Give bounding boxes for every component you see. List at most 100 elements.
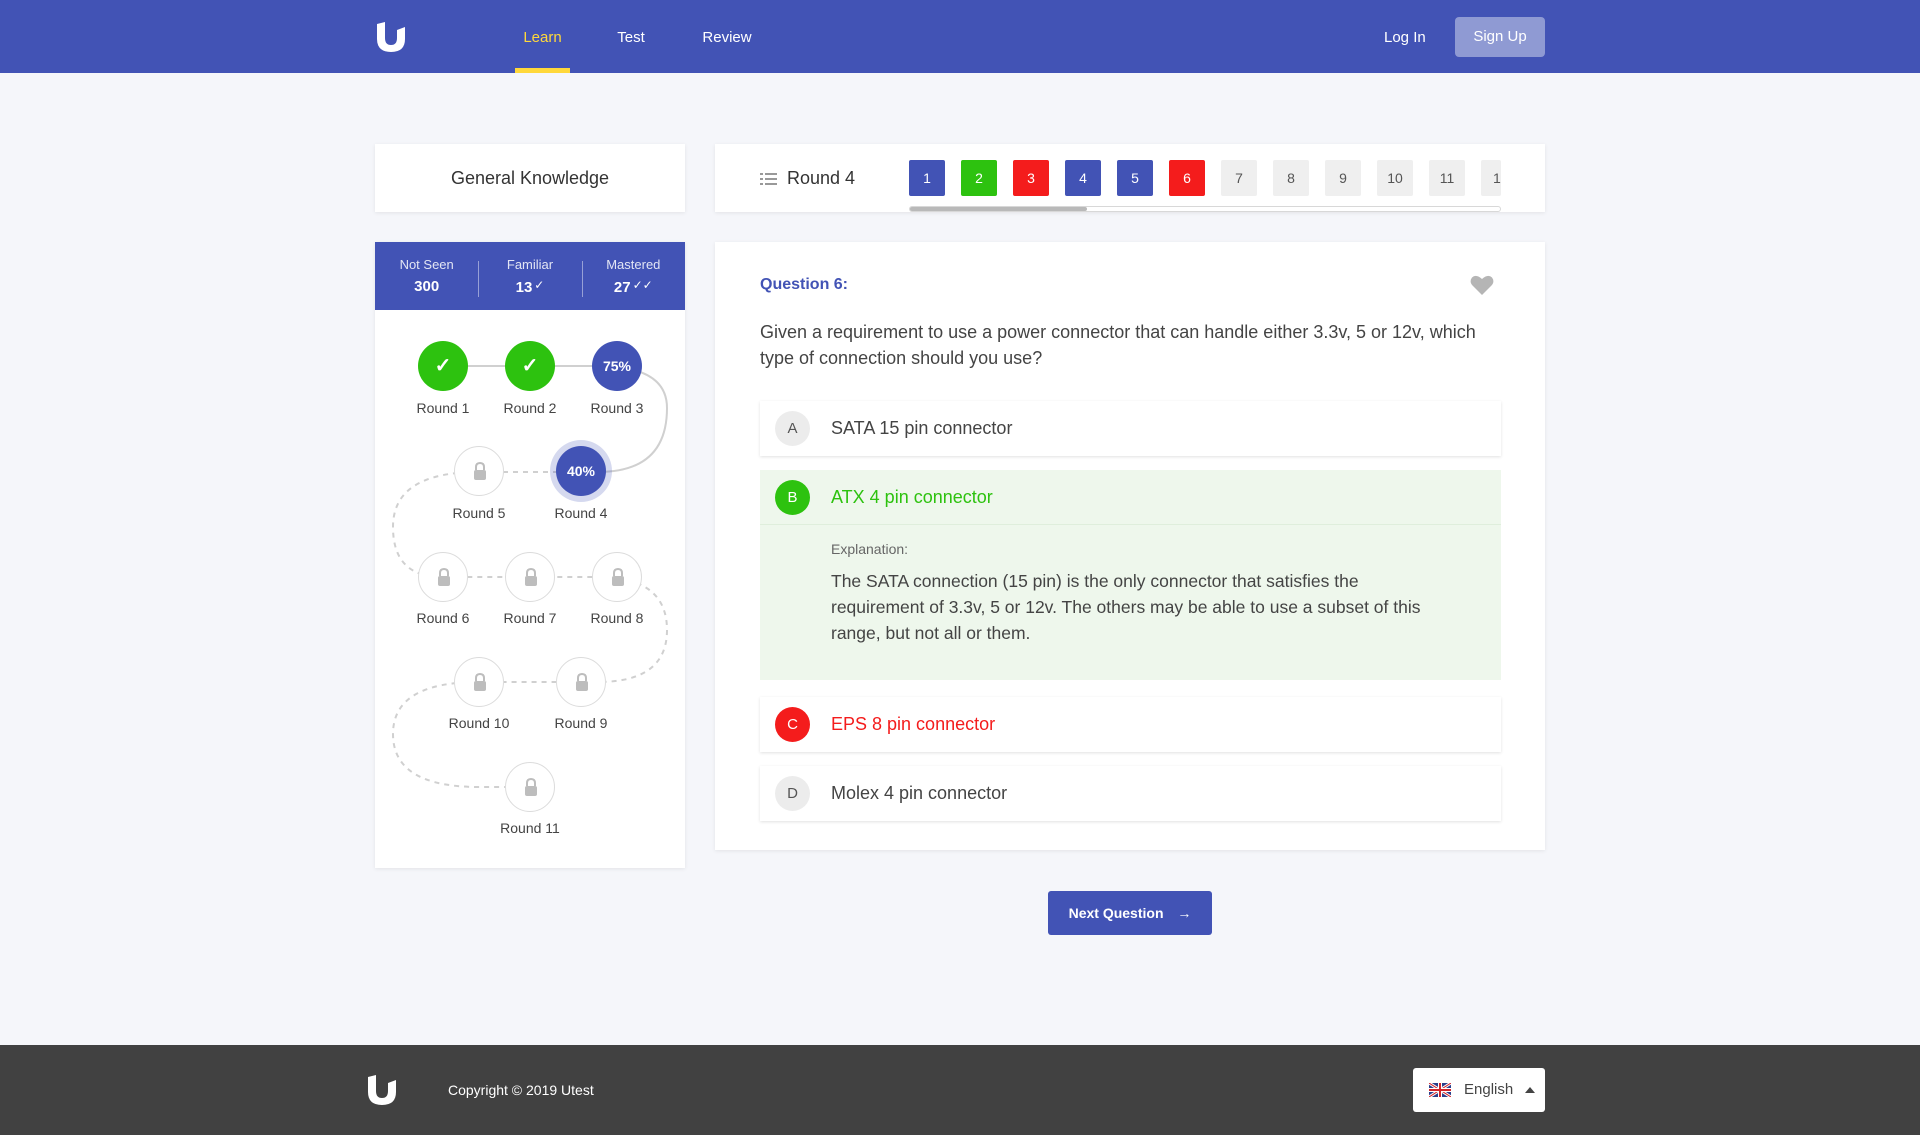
question-7-button[interactable]: 7 [1221,160,1257,196]
scrollbar-thumb[interactable] [910,207,1087,211]
nav-test[interactable]: Test [606,0,656,73]
question-number: 10 [1387,170,1403,186]
lock-icon [474,672,486,691]
explanation-text: The SATA connection (15 pin) is the only… [831,571,1421,643]
question-3-button[interactable]: 3 [1013,160,1049,196]
check-icon: ✓ [1089,152,1098,163]
answer-text: SATA 15 pin connector [831,418,1013,438]
nav-review-label: Review [702,29,752,46]
round-7-node[interactable] [505,552,555,602]
question-number: 5 [1131,170,1139,186]
caret-up-icon [1525,1087,1535,1093]
round-label: Round 10 [448,715,510,731]
question-card: Question 6: Given a requirement to use a… [715,242,1545,850]
question-number: 1 [1493,170,1501,186]
question-number: 3 [1027,170,1035,186]
check-icon: ✓ [933,152,942,163]
nav-learn-label: Learn [523,29,562,46]
answer-letter: D [775,776,810,811]
question-1-button[interactable]: 1 ✓ [909,153,945,196]
round-2-node[interactable]: ✓ [505,341,555,391]
check-icon: ✓ [434,355,452,377]
round-9-node[interactable] [556,657,606,707]
nav-learn[interactable]: Learn [515,0,570,73]
question-2-button[interactable]: 2 ✓✓ [961,153,997,196]
answer-row: C EPS 8 pin connector [760,697,1501,752]
answer-text: ATX 4 pin connector [831,487,993,507]
round-label: Round 7 [503,610,557,626]
question-12-button[interactable]: 1 [1481,160,1501,196]
question-8-button[interactable]: 8 [1273,160,1309,196]
round-label: Round 6 [416,610,470,626]
double-check-icon: ✓✓ [977,152,994,163]
round-label: Round 3 [590,400,644,416]
question-10-button[interactable]: 10 [1377,160,1413,196]
question-number: 7 [1235,170,1243,186]
question-number: 6 [1183,170,1191,186]
round-1-node[interactable]: ✓ [418,341,468,391]
answer-option-d[interactable]: D Molex 4 pin connector [760,766,1501,821]
question-11-button[interactable]: 11 [1429,160,1465,196]
question-label: Question 6: [760,276,849,293]
answer-row: A SATA 15 pin connector [760,401,1501,456]
language-selector[interactable]: English [1413,1068,1545,1112]
active-tab-indicator [515,68,570,73]
round-3-node[interactable]: 75% [592,341,642,391]
lock-icon [525,777,537,796]
round-8-node[interactable] [592,552,642,602]
round-progress: 40% [566,463,596,479]
rounds-card: Not Seen 300 Familiar 13 ✓ Mastered 27 ✓✓ … [375,242,685,868]
question-4-button[interactable]: 4 ✓ [1065,153,1101,196]
question-6-button[interactable]: 6 [1169,160,1205,196]
signup-button[interactable]: Sign Up [1455,17,1545,57]
answer-row: B ATX 4 pin connector [760,470,1501,525]
top-nav-bar: Learn Test Review Log In Sign Up [0,0,1920,73]
answer-letter: A [775,411,810,446]
lock-icon [474,461,486,480]
answer-option-c[interactable]: C EPS 8 pin connector [760,697,1501,752]
round-label: Round 5 [452,505,506,521]
answer-row: D Molex 4 pin connector [760,766,1501,821]
round-selector-card: Round 4 1 ✓ 2 ✓✓ 3 4 ✓ 5 ✓ 6 7 8 9 10 11 1 [715,144,1545,212]
answer-letter: B [775,480,810,515]
lock-icon [525,567,537,586]
answer-option-b[interactable]: B ATX 4 pin connector Explanation: The S… [760,470,1501,680]
utest-logo[interactable] [374,20,408,54]
lock-icon [438,567,450,586]
round-label: Round 4 [554,505,608,521]
question-scrollbar[interactable] [909,206,1501,212]
question-5-button[interactable]: 5 ✓ [1117,153,1153,196]
answer-option-a[interactable]: A SATA 15 pin connector [760,401,1501,456]
nav-review[interactable]: Review [696,0,758,73]
question-number: 2 [975,170,983,186]
round-header: Round 4 [760,168,855,189]
round-label: Round 8 [590,610,644,626]
check-icon: ✓ [521,355,539,377]
question-text: Given a requirement to use a power conne… [760,322,1476,368]
lock-icon [576,672,588,691]
heart-icon[interactable] [1470,274,1494,296]
answer-letter: C [775,707,810,742]
footer: Copyright © 2019 Utest English [0,1045,1920,1135]
round-label: Round 9 [554,715,608,731]
question-number: 1 [923,170,931,186]
answer-text: Molex 4 pin connector [831,783,1008,803]
round-4-node[interactable]: 40% [556,446,606,496]
question-number: 8 [1287,170,1295,186]
login-link[interactable]: Log In [1384,0,1426,73]
round-6-node[interactable] [418,552,468,602]
language-label: English [1464,1081,1514,1098]
question-9-button[interactable]: 9 [1325,160,1361,196]
round-label: Round 1 [416,400,470,416]
answer-text: EPS 8 pin connector [831,714,996,734]
round-label: Round 11 [500,820,560,836]
round-10-node[interactable] [454,657,504,707]
utest-logo[interactable] [365,1073,399,1107]
next-question-button[interactable]: Next Question → [1048,891,1212,935]
question-number: 4 [1079,170,1087,186]
round-5-node[interactable] [454,446,504,496]
round-title: Round 4 [787,168,856,188]
lock-icon [612,567,624,586]
round-11-node[interactable] [505,762,555,812]
next-question-label: Next Question [1068,905,1164,921]
